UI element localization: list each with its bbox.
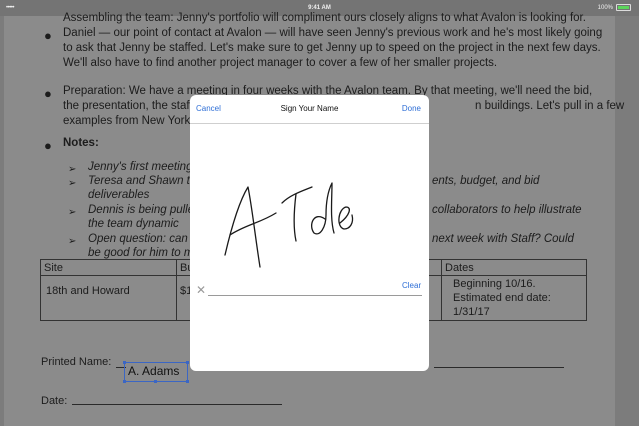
- selection-handle[interactable]: [186, 361, 189, 364]
- signature-stroke: [338, 206, 354, 230]
- signature-stroke: [310, 182, 335, 235]
- battery-icon: [616, 4, 631, 11]
- signature-stroke: [281, 186, 313, 204]
- note-item-right: collaborators to help illustrate: [432, 204, 582, 216]
- para-line: to ask that Jenny be staffed. Let's make…: [63, 42, 601, 54]
- selection-handle[interactable]: [186, 380, 189, 383]
- note-item-right: next week with Staff? Could: [432, 233, 574, 245]
- arrow-bullet-icon: ➢: [68, 236, 77, 247]
- table-divider: [176, 260, 177, 320]
- signature-baseline: [208, 295, 422, 296]
- signature-line: [434, 367, 564, 368]
- para-line: We'll also have to find another project …: [63, 57, 498, 69]
- clear-button[interactable]: Clear: [402, 281, 421, 290]
- table-cell-dates: Estimated end date:: [453, 292, 551, 304]
- para-line: n buildings. Let's pull in a few: [475, 100, 625, 112]
- date-line: [72, 404, 282, 405]
- printed-name-value: A. Adams: [128, 364, 180, 378]
- arrow-bullet-icon: ➢: [68, 207, 77, 218]
- battery-percent: 100%: [597, 4, 613, 11]
- para-line: examples from New York c: [63, 115, 200, 127]
- table-header-site: Site: [44, 262, 63, 274]
- table-divider: [441, 260, 442, 320]
- ipad-screen: ••••• 9:41 AM 100% ● Assembling the team…: [0, 0, 639, 426]
- signature-stroke: [224, 186, 261, 268]
- selection-handle[interactable]: [154, 380, 157, 383]
- close-x-icon: ✕: [196, 283, 207, 297]
- table-cell-dates: 1/31/17: [453, 306, 490, 318]
- para-line: the presentation, the staff: [63, 100, 193, 112]
- printed-name-selection[interactable]: A. Adams: [123, 361, 189, 383]
- sign-your-name-dialog: Cancel Sign Your Name Done ✕ Clear: [190, 95, 429, 371]
- arrow-bullet-icon: ➢: [68, 164, 77, 175]
- bullet: ●: [44, 138, 52, 153]
- para-line: Assembling the team: Jenny's portfolio w…: [63, 12, 586, 24]
- table-cell-dates: Beginning 10/16.: [453, 278, 536, 290]
- date-label: Date:: [41, 395, 68, 407]
- note-item-right: ents, budget, and bid: [432, 175, 540, 187]
- bullet: ●: [44, 28, 52, 43]
- selection-handle[interactable]: [123, 361, 126, 364]
- para-line: Daniel — our point of contact at Avalon …: [63, 27, 603, 39]
- table-header-dates: Dates: [445, 262, 474, 274]
- signature-canvas[interactable]: [190, 95, 429, 371]
- table-cell-site: 18th and Howard: [46, 285, 130, 297]
- signature-stroke: [293, 193, 297, 242]
- bullet: ●: [44, 86, 52, 101]
- selection-handle[interactable]: [123, 380, 126, 383]
- arrow-bullet-icon: ➢: [68, 178, 77, 189]
- drawn-signature: [224, 182, 354, 268]
- printed-name-label: Printed Name:: [41, 356, 112, 368]
- battery-indicator: 100%: [598, 4, 631, 11]
